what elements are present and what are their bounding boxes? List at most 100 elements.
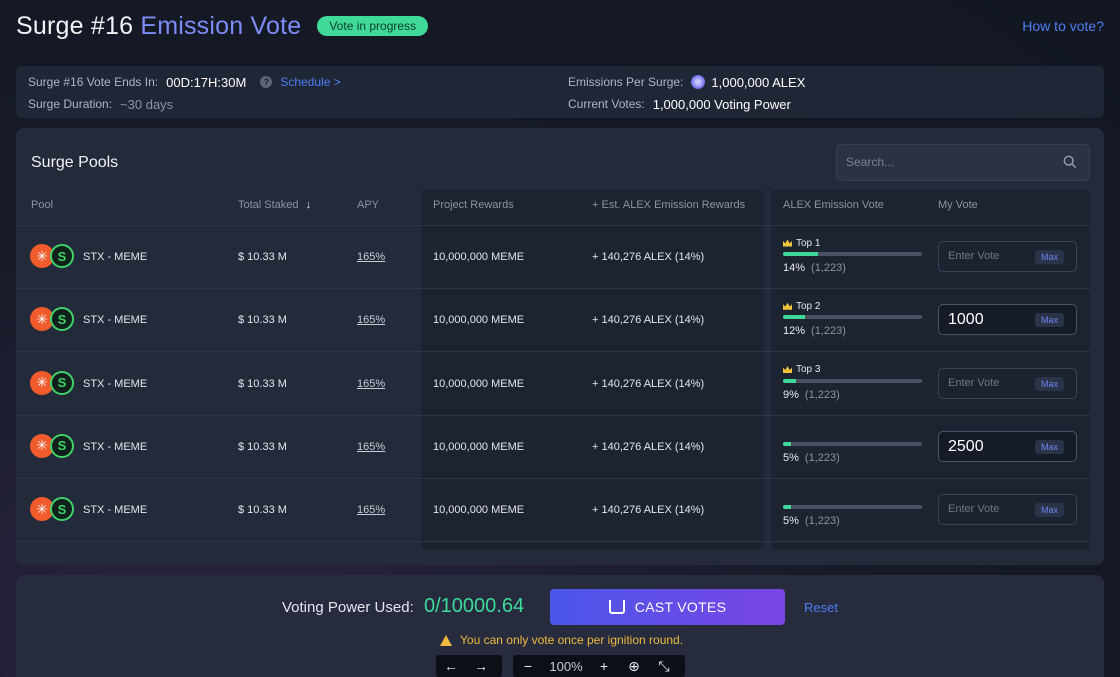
zoom-level: 100% [549, 658, 583, 674]
max-button[interactable]: Max [1034, 439, 1064, 454]
apy-link[interactable]: 165% [357, 251, 385, 263]
apy-link[interactable]: 165% [357, 314, 385, 326]
pool-name: STX - MEME [83, 504, 148, 517]
collapse-icon[interactable]: ⤡ [649, 658, 679, 675]
surge-pools-panel: Surge Pools Pool Total Staked ↓ APY Proj… [16, 128, 1104, 565]
apy-link[interactable]: 165% [357, 441, 385, 453]
col-header-apy[interactable]: APY [357, 199, 379, 211]
reset-button[interactable]: Reset [804, 600, 838, 615]
nav-toolbar: ← → [436, 655, 502, 677]
total-staked: $ 10.33 M [238, 377, 287, 390]
max-button[interactable]: Max [1034, 250, 1064, 264]
vote-share: 9% (1,223) [783, 389, 923, 401]
arrow-left-icon[interactable]: ← [436, 658, 466, 674]
header-divider [16, 225, 1090, 226]
download-icon[interactable]: ⊕ [619, 658, 649, 675]
vote-warning-text: You can only vote once per ignition roun… [460, 633, 684, 647]
rank-label [783, 427, 923, 439]
est-emission-rewards: + 140,276 ALEX (14%) [592, 440, 705, 453]
search-icon[interactable] [1063, 155, 1077, 169]
vote-progress-fill [783, 505, 792, 510]
my-vote-value[interactable]: Enter Vote [948, 377, 999, 389]
vote-progress-bar [783, 315, 922, 320]
est-emission-rewards: + 140,276 ALEX (14%) [592, 377, 705, 390]
est-emission-rewards: + 140,276 ALEX (14%) [592, 314, 705, 327]
my-vote-value[interactable]: 2500 [948, 438, 984, 456]
vote-count: (1,223) [804, 451, 840, 464]
pool-row: ✳ S STX - MEME $ 10.33 M 165% 10,000,000 MEME… [16, 352, 1104, 415]
project-rewards: 10,000,000 MEME [433, 504, 525, 517]
vote-warning: You can only vote once per ignition roun… [440, 633, 683, 647]
my-vote-input[interactable]: 2500 Max [938, 430, 1077, 462]
pool-token-pair: ✳ S [30, 495, 78, 523]
rank-label: Top 2 [783, 300, 923, 312]
crown-icon [783, 239, 792, 247]
page-header: Surge #16 Emission Vote Vote in progress… [16, 10, 1104, 42]
surge-duration-value: ~30 days [120, 96, 174, 112]
search-input[interactable] [846, 155, 1046, 169]
vote-progress-fill [783, 315, 806, 320]
my-vote-value[interactable]: Enter Vote [948, 250, 999, 262]
voting-power-label: Voting Power Used: [282, 599, 414, 616]
col-header-total-staked-label: Total Staked [238, 199, 299, 211]
pool-row: ✳ S STX - MEME $ 10.33 M 165% 10,000,000 MEME… [16, 225, 1104, 288]
col-header-project-rewards: Project Rewards [433, 199, 514, 211]
vote-percent: 5% [783, 515, 799, 528]
zoom-out-icon[interactable]: − [513, 658, 543, 674]
my-vote-value[interactable]: 1000 [948, 311, 984, 329]
est-emission-rewards: + 140,276 ALEX (14%) [592, 504, 705, 517]
rank-text: Top 3 [796, 364, 821, 376]
apy-link[interactable]: 165% [357, 504, 385, 516]
max-button[interactable]: Max [1034, 313, 1064, 328]
zoom-in-icon[interactable]: + [589, 658, 619, 674]
my-vote-value[interactable]: Enter Vote [948, 503, 999, 515]
total-staked: $ 10.33 M [238, 314, 287, 327]
search-box[interactable] [836, 144, 1090, 181]
my-vote-input[interactable]: Enter Vote Max [938, 367, 1077, 399]
vote-count: (1,223) [811, 325, 846, 338]
voting-power-value: 0/10000.64 [424, 595, 525, 617]
arrow-right-icon[interactable]: → [466, 658, 496, 674]
vote-share: 5% (1,223) [783, 515, 923, 527]
surge-duration-row: Surge Duration: ~30 days [28, 95, 173, 113]
meme-token-icon: S [50, 433, 74, 458]
pool-row: ✳ S STX - MEME $ 10.33 M 165% 10,000,000 MEME… [16, 288, 1104, 351]
help-icon[interactable]: ? [260, 76, 273, 88]
my-vote-input[interactable]: 1000 Max [938, 304, 1077, 336]
crown-icon [783, 366, 792, 374]
emission-vote-meter: Top 1 14% (1,223) [783, 237, 923, 274]
vote-percent: 9% [783, 388, 799, 401]
rank-label: Top 1 [783, 237, 923, 249]
vote-share: 14% (1,223) [783, 262, 923, 274]
current-votes-row: Current Votes: 1,000,000 Voting Power [568, 95, 791, 113]
max-button[interactable]: Max [1034, 376, 1064, 391]
total-staked: $ 10.33 M [238, 504, 287, 517]
project-rewards: 10,000,000 MEME [433, 314, 525, 327]
my-vote-input[interactable]: Enter Vote Max [938, 494, 1077, 526]
max-button[interactable]: Max [1034, 503, 1064, 518]
pool-token-pair: ✳ S [30, 305, 78, 333]
cast-votes-button[interactable]: CAST VOTES [550, 589, 785, 625]
how-to-vote-link[interactable]: How to vote? [1022, 18, 1104, 34]
vote-info-bar: Surge #16 Vote Ends In: 00D:17H:30M ? Sc… [16, 66, 1104, 118]
pool-name: STX - MEME [83, 251, 148, 263]
emission-vote-meter: 5% (1,223) [783, 490, 923, 527]
current-votes-value: 1,000,000 Voting Power [652, 96, 791, 112]
my-vote-input[interactable]: Enter Vote Max [938, 241, 1077, 272]
vote-progress-bar [783, 378, 922, 383]
current-votes-label: Current Votes: [568, 97, 645, 111]
apy-link[interactable]: 165% [357, 378, 385, 390]
schedule-link[interactable]: Schedule > [280, 75, 340, 89]
col-header-total-staked[interactable]: Total Staked ↓ [238, 199, 311, 211]
vote-progress-bar [783, 441, 922, 446]
vote-ends-row: Surge #16 Vote Ends In: 00D:17H:30M ? Sc… [28, 73, 341, 91]
pool-row: ✳ S STX - MEME $ 10.33 M 165% 10,000,000 MEME… [16, 415, 1104, 478]
rank-text: Top 1 [796, 237, 821, 249]
meme-token-icon: S [50, 497, 74, 522]
vote-count: (1,223) [811, 262, 846, 274]
title-accent: Emission Vote [140, 11, 302, 40]
pool-name: STX - MEME [83, 440, 148, 453]
col-header-pool[interactable]: Pool [31, 199, 53, 211]
meme-token-icon: S [50, 370, 74, 395]
emission-vote-meter: 5% (1,223) [783, 427, 923, 464]
